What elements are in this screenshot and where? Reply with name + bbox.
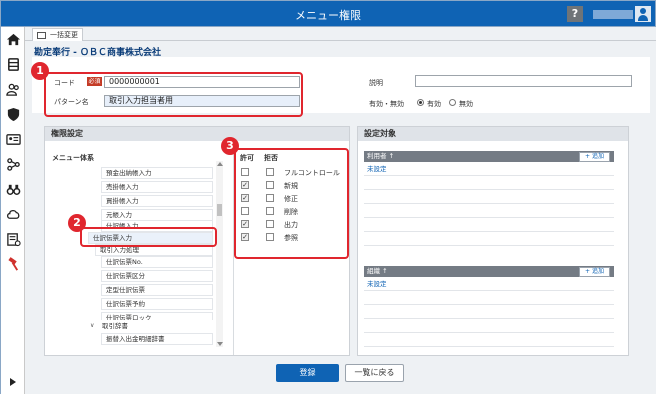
binoculars-icon[interactable] — [5, 181, 21, 197]
org-row[interactable]: 未設定 — [364, 278, 614, 291]
tab-label: 一括変更 — [50, 31, 78, 39]
org-row — [364, 320, 614, 333]
scroll-up-icon[interactable] — [217, 162, 223, 166]
tree-item[interactable]: 仕訳伝票区分 — [101, 270, 213, 282]
users-row — [364, 205, 614, 218]
annotation-badge-1: 1 — [31, 62, 49, 80]
description-label: 説明 — [369, 79, 383, 87]
tree-item[interactable]: 振替入出金明細辞書 — [101, 333, 213, 345]
annotation-badge-2: 2 — [68, 214, 86, 232]
description-field[interactable] — [415, 75, 632, 87]
plus-icon: + — [585, 153, 592, 160]
back-to-list-button[interactable]: 一覧に戻る — [345, 364, 404, 382]
help-icon[interactable]: ? — [567, 6, 583, 22]
shield-icon[interactable] — [5, 106, 21, 122]
users-icon[interactable] — [5, 81, 21, 97]
annotation-badge-3: 3 — [221, 137, 239, 155]
callout-box-1 — [44, 72, 303, 117]
status-disabled-label: 無効 — [459, 100, 473, 108]
edit-icon — [37, 32, 46, 39]
org-row — [364, 306, 614, 319]
callout-box-3 — [234, 148, 349, 259]
status-enabled-label: 有効 — [427, 100, 441, 108]
targets-panel-title: 設定対象 — [358, 127, 628, 141]
users-row — [364, 233, 614, 246]
cloud-sync-icon[interactable] — [5, 206, 21, 222]
org-row — [364, 292, 614, 305]
status-label: 有効・無効 — [369, 100, 404, 108]
tree-item[interactable]: 買掛帳入力 — [101, 195, 213, 207]
user-icon[interactable] — [635, 6, 651, 22]
add-user-label: 追加 — [591, 153, 604, 160]
users-row — [364, 219, 614, 232]
tree-item[interactable]: 定型仕訳伝票 — [101, 284, 213, 296]
scroll-down-icon[interactable] — [217, 342, 223, 346]
tree-item[interactable]: 仕訳伝票No. — [101, 256, 213, 268]
users-row — [364, 191, 614, 204]
home-icon[interactable] — [5, 31, 21, 47]
scroll-thumb[interactable] — [217, 204, 222, 216]
database-icon[interactable] — [5, 56, 21, 72]
plus-icon: + — [585, 268, 592, 275]
status-disabled-radio[interactable] — [449, 99, 456, 106]
expand-nav-icon[interactable] — [10, 378, 16, 386]
menu-column-header: メニュー体系 — [52, 154, 94, 162]
callout-box-2 — [80, 227, 217, 247]
left-nav — [0, 27, 25, 394]
checklist-icon[interactable] — [5, 231, 21, 247]
permission-panel-title: 権限設定 — [45, 127, 349, 141]
org-header[interactable]: 組織 ↑ — [364, 266, 614, 277]
tree-item[interactable]: 売掛帳入力 — [101, 181, 213, 193]
add-user-button[interactable]: + 追加 — [579, 152, 610, 162]
org-row — [364, 334, 614, 347]
register-button[interactable]: 登録 — [276, 364, 339, 382]
window-title: メニュー権限 — [295, 9, 361, 22]
user-name[interactable] — [593, 10, 633, 19]
title-bar: メニュー権限 ? — [0, 0, 656, 27]
add-org-label: 追加 — [591, 268, 604, 275]
hammer-icon[interactable] — [5, 256, 21, 272]
users-row — [364, 177, 614, 190]
users-header[interactable]: 利用者 ↑ — [364, 151, 614, 162]
tree-scrollbar[interactable] — [216, 161, 223, 347]
tree-item[interactable]: 仕訳伝票予約 — [101, 298, 213, 310]
network-icon[interactable] — [5, 156, 21, 172]
tree-item[interactable]: 預金出納帳入力 — [101, 167, 213, 179]
tree-item[interactable]: 取引辞書 — [97, 320, 213, 332]
id-card-icon[interactable] — [5, 131, 21, 147]
collapse-icon[interactable]: ∨ — [90, 322, 94, 329]
tab-strip: 一括変更 — [25, 27, 656, 41]
add-org-button[interactable]: + 追加 — [579, 267, 610, 277]
tab-bulk-change[interactable]: 一括変更 — [32, 28, 83, 41]
users-row[interactable]: 未設定 — [364, 163, 614, 176]
status-enabled-radio[interactable] — [417, 99, 424, 106]
